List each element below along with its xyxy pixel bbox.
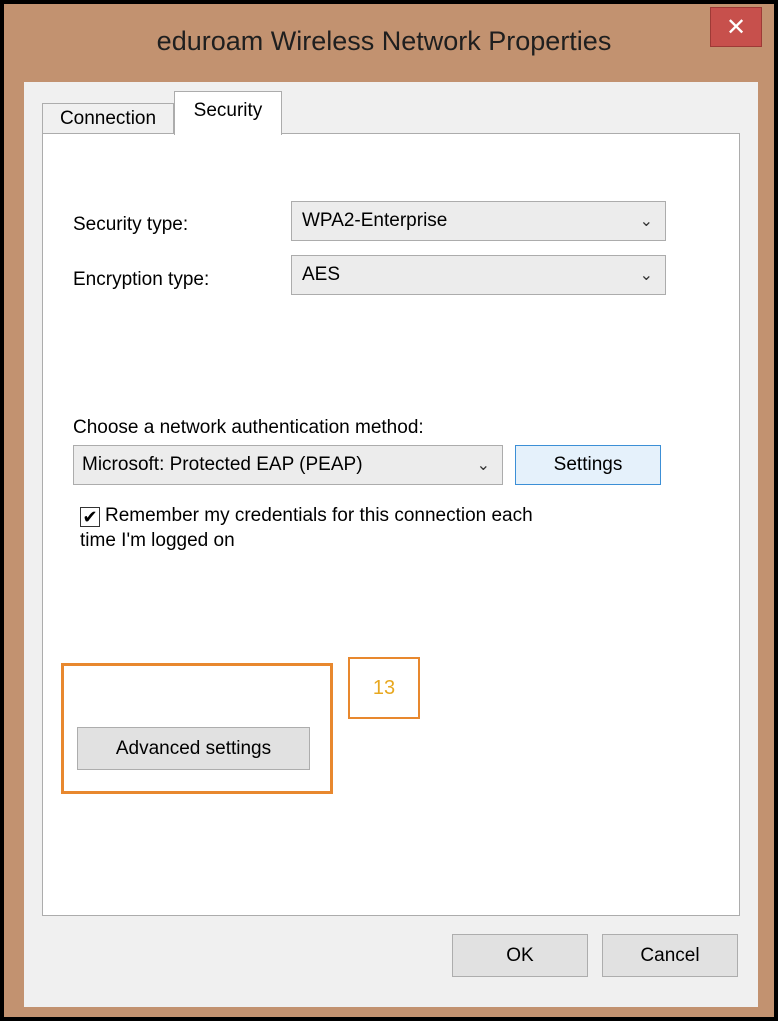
remember-credentials-label-line2: time I'm logged on [80,530,235,551]
encryption-type-label: Encryption type: [73,269,210,290]
remember-credentials-checkbox[interactable]: ✔ [80,507,100,527]
settings-button[interactable]: Settings [515,445,661,485]
window-title: eduroam Wireless Network Properties [156,26,612,56]
checkmark-icon: ✔ [82,507,98,527]
encryption-type-select[interactable]: AES ⌄ [291,255,666,295]
remember-credentials-label-line1: Remember my credentials for this connect… [105,505,533,526]
auth-method-label: Choose a network authentication method: [73,417,424,438]
chevron-down-icon: ⌄ [476,457,490,474]
annotation-highlight-box [61,663,333,794]
security-tab-panel: Security type: WPA2-Enterprise ⌄ Encrypt… [42,133,740,916]
cancel-button[interactable]: Cancel [602,934,738,977]
auth-method-value: Microsoft: Protected EAP (PEAP) [82,454,363,475]
tab-connection[interactable]: Connection [42,103,174,134]
chevron-down-icon: ⌄ [639,213,653,230]
dialog-client-area: Connection Security Security type: WPA2-… [24,82,758,1007]
title-bar: eduroam Wireless Network Properties ✕ [4,4,774,82]
annotation-step-number: 13 [348,657,420,719]
auth-method-select[interactable]: Microsoft: Protected EAP (PEAP) ⌄ [73,445,503,485]
chevron-down-icon: ⌄ [639,267,653,284]
security-type-value: WPA2-Enterprise [302,210,448,231]
close-icon: ✕ [725,13,747,41]
security-type-select[interactable]: WPA2-Enterprise ⌄ [291,201,666,241]
tab-security[interactable]: Security [174,91,282,135]
security-type-label: Security type: [73,214,189,235]
ok-button[interactable]: OK [452,934,588,977]
properties-window: eduroam Wireless Network Properties ✕ Co… [0,0,778,1021]
encryption-type-value: AES [302,264,341,285]
close-button[interactable]: ✕ [710,7,762,47]
